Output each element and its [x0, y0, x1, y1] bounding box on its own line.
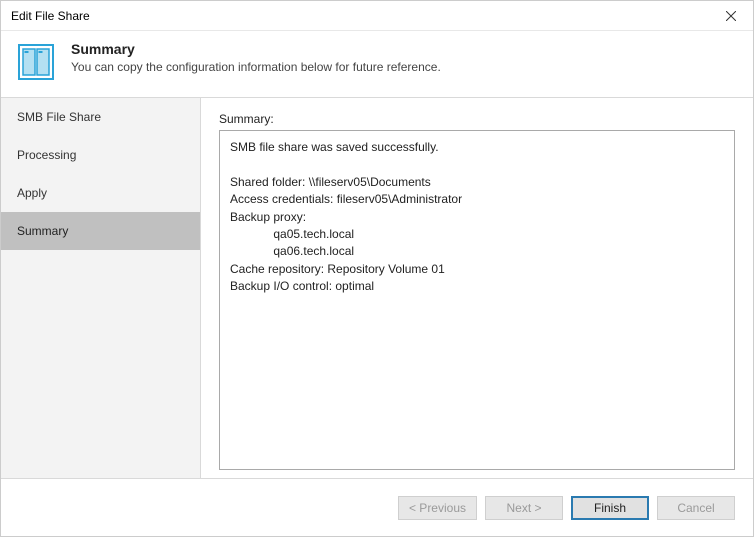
sidebar-item-processing[interactable]: Processing [1, 136, 200, 174]
window-title: Edit File Share [11, 9, 90, 23]
header-text: Summary You can copy the configuration i… [71, 41, 441, 74]
previous-button: < Previous [398, 496, 477, 520]
content: Summary: SMB file share was saved succes… [201, 98, 753, 478]
finish-button[interactable]: Finish [571, 496, 649, 520]
footer: < Previous Next > Finish Cancel [1, 478, 753, 536]
sidebar-item-apply[interactable]: Apply [1, 174, 200, 212]
titlebar: Edit File Share [1, 1, 753, 31]
sidebar-item-summary[interactable]: Summary [1, 212, 200, 250]
close-icon [726, 11, 736, 21]
page-subtitle: You can copy the configuration informati… [71, 60, 441, 74]
next-button: Next > [485, 496, 563, 520]
summary-label: Summary: [219, 112, 735, 126]
file-share-icon [15, 41, 57, 83]
header: Summary You can copy the configuration i… [1, 31, 753, 97]
header-icon [15, 41, 57, 83]
close-button[interactable] [708, 1, 753, 30]
sidebar-item-smb-file-share[interactable]: SMB File Share [1, 98, 200, 136]
page-title: Summary [71, 41, 441, 57]
summary-textbox[interactable]: SMB file share was saved successfully. S… [219, 130, 735, 470]
dialog-window: Edit File Share Summary You can copy the… [0, 0, 754, 537]
body: SMB File Share Processing Apply Summary … [1, 97, 753, 478]
cancel-button: Cancel [657, 496, 735, 520]
sidebar: SMB File Share Processing Apply Summary [1, 98, 201, 478]
